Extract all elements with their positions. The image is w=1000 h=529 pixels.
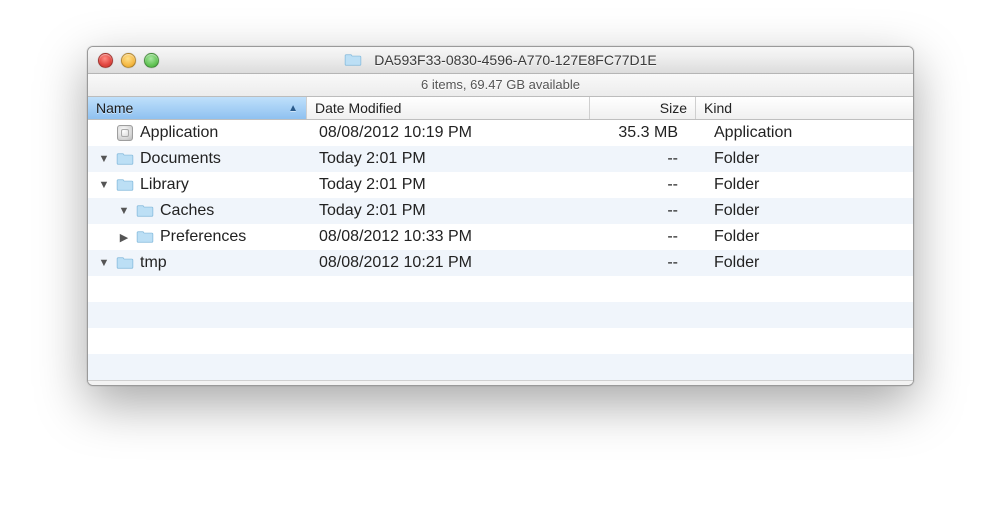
folder-icon	[116, 255, 134, 271]
file-name: Documents	[140, 150, 221, 168]
titlebar[interactable]: DA593F33-0830-4596-A770-127E8FC77D1E	[88, 47, 913, 74]
cell-kind: Folder	[696, 202, 913, 220]
file-name: Library	[140, 176, 189, 194]
sort-ascending-icon: ▲	[288, 103, 298, 114]
status-bar: 6 items, 69.47 GB available	[88, 74, 913, 97]
column-header-name-label: Name	[96, 100, 133, 116]
cell-kind: Folder	[696, 150, 913, 168]
cell-size: 35.3 MB	[590, 124, 696, 142]
column-header-kind[interactable]: Kind	[696, 97, 913, 119]
column-header-kind-label: Kind	[704, 100, 732, 116]
column-header-name[interactable]: Name ▲	[88, 97, 307, 119]
table-row[interactable]: ▼ Library Today 2:01 PM--Folder	[88, 172, 913, 198]
table-row[interactable]: ▶ Preferences 08/08/2012 10:33 PM--Folder	[88, 224, 913, 250]
folder-icon	[116, 151, 134, 167]
column-header-size-label: Size	[660, 100, 687, 116]
folder-icon	[136, 203, 154, 219]
cell-name: ▼ Documents	[88, 150, 307, 168]
window-bottom-edge	[88, 380, 913, 385]
column-headers: Name ▲ Date Modified Size Kind	[88, 97, 913, 120]
cell-size: --	[590, 254, 696, 272]
column-header-date-modified[interactable]: Date Modified	[307, 97, 590, 119]
cell-size: --	[590, 228, 696, 246]
cell-name: ▼ Library	[88, 176, 307, 194]
column-header-size[interactable]: Size	[590, 97, 696, 119]
cell-date-modified: 08/08/2012 10:33 PM	[307, 228, 590, 246]
status-text: 6 items, 69.47 GB available	[421, 77, 580, 92]
cell-kind: Folder	[696, 254, 913, 272]
disclosure-open-icon[interactable]: ▼	[118, 205, 130, 217]
cell-kind: Application	[696, 124, 913, 142]
disclosure-closed-icon[interactable]: ▶	[118, 231, 130, 244]
cell-date-modified: Today 2:01 PM	[307, 202, 590, 220]
cell-kind: Folder	[696, 176, 913, 194]
window-controls	[98, 53, 159, 68]
cell-name: ▼ Caches	[88, 202, 307, 220]
cell-size: --	[590, 176, 696, 194]
finder-window: DA593F33-0830-4596-A770-127E8FC77D1E 6 i…	[87, 46, 914, 386]
cell-date-modified: Today 2:01 PM	[307, 176, 590, 194]
empty-row	[88, 302, 913, 328]
column-header-date-label: Date Modified	[315, 100, 401, 116]
empty-row	[88, 328, 913, 354]
application-icon	[116, 125, 134, 141]
file-name: tmp	[140, 254, 167, 272]
disclosure-open-icon[interactable]: ▼	[98, 257, 110, 269]
cell-date-modified: Today 2:01 PM	[307, 150, 590, 168]
table-row[interactable]: ▼ Documents Today 2:01 PM--Folder	[88, 146, 913, 172]
cell-size: --	[590, 202, 696, 220]
file-name: Application	[140, 124, 218, 142]
file-name: Caches	[160, 202, 214, 220]
cell-kind: Folder	[696, 228, 913, 246]
table-row[interactable]: Application08/08/2012 10:19 PM35.3 MBApp…	[88, 120, 913, 146]
folder-icon	[136, 229, 154, 245]
minimize-button[interactable]	[121, 53, 136, 68]
cell-size: --	[590, 150, 696, 168]
disclosure-open-icon[interactable]: ▼	[98, 179, 110, 191]
empty-row	[88, 276, 913, 302]
table-row[interactable]: ▼ tmp 08/08/2012 10:21 PM--Folder	[88, 250, 913, 276]
disclosure-open-icon[interactable]: ▼	[98, 153, 110, 165]
close-button[interactable]	[98, 53, 113, 68]
folder-icon	[116, 177, 134, 193]
cell-name: ▶ Preferences	[88, 228, 307, 246]
window-title: DA593F33-0830-4596-A770-127E8FC77D1E	[88, 52, 913, 68]
folder-icon	[344, 52, 362, 68]
empty-row	[88, 354, 913, 380]
cell-date-modified: 08/08/2012 10:21 PM	[307, 254, 590, 272]
cell-name: Application	[88, 124, 307, 142]
cell-date-modified: 08/08/2012 10:19 PM	[307, 124, 590, 142]
zoom-button[interactable]	[144, 53, 159, 68]
window-title-text: DA593F33-0830-4596-A770-127E8FC77D1E	[374, 52, 657, 68]
cell-name: ▼ tmp	[88, 254, 307, 272]
file-list: Application08/08/2012 10:19 PM35.3 MBApp…	[88, 120, 913, 380]
table-row[interactable]: ▼ Caches Today 2:01 PM--Folder	[88, 198, 913, 224]
file-name: Preferences	[160, 228, 246, 246]
